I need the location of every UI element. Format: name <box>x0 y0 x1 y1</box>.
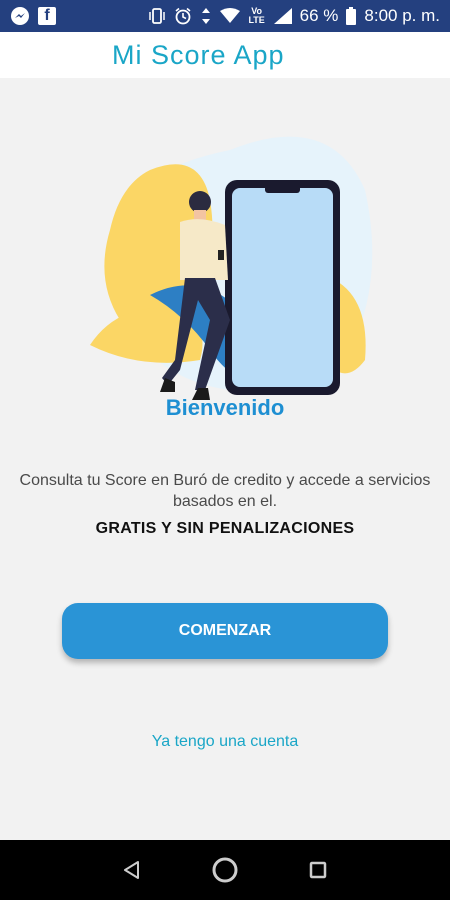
vibrate-icon <box>148 7 166 25</box>
app-title: Mi Score App <box>112 39 285 70</box>
welcome-illustration <box>80 110 380 410</box>
welcome-heading: Bienvenido <box>165 395 285 420</box>
home-icon <box>212 857 238 883</box>
existing-account-link[interactable]: Ya tengo una cuenta <box>0 733 450 751</box>
facebook-icon: f <box>38 7 56 25</box>
alarm-icon <box>174 7 192 25</box>
signal-icon <box>273 8 292 24</box>
status-right: Vo LTE 66 % 8:00 p. m. <box>148 6 440 26</box>
back-icon <box>123 861 139 879</box>
start-button[interactable]: COMENZAR <box>62 603 388 659</box>
back-button[interactable] <box>112 850 152 890</box>
illustration-svg <box>90 136 373 400</box>
welcome-description: Consulta tu Score en Buró de credito y a… <box>19 472 431 510</box>
volte-icon: Vo LTE <box>248 6 265 25</box>
recents-icon <box>310 861 327 879</box>
battery-icon <box>346 7 357 25</box>
recents-button[interactable] <box>298 850 338 890</box>
free-no-penalty-text: GRATIS Y SIN PENALIZACIONES <box>95 520 355 537</box>
messenger-icon <box>10 6 30 26</box>
status-left: f <box>10 6 56 26</box>
navigation-bar <box>0 840 450 900</box>
home-button[interactable] <box>205 850 245 890</box>
wifi-icon <box>219 8 240 24</box>
clock: 8:00 p. m. <box>364 6 440 25</box>
app-header: Mi Score App <box>0 32 450 78</box>
battery-percent: 66 % <box>299 6 339 25</box>
status-bar: f Vo LTE 66 % 8:00 p. m. <box>0 0 450 32</box>
data-arrows-icon <box>200 7 212 25</box>
